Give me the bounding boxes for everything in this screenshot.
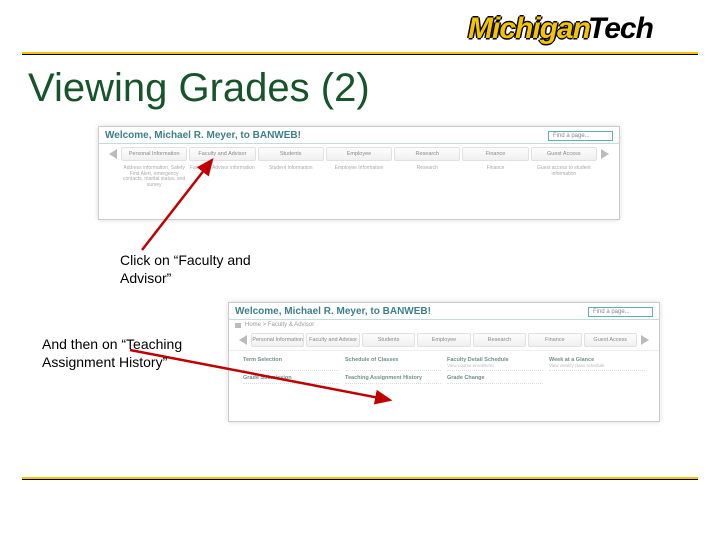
divider-top [22, 52, 698, 55]
link-grade-change[interactable]: Grade Change [447, 373, 543, 384]
find-page-input[interactable]: Find a page... [548, 131, 613, 141]
slide: MichiganTech Viewing Grades (2) Welcome,… [0, 0, 720, 540]
tab-employee[interactable]: Employee [326, 147, 392, 161]
breadcrumb-text: Home > Faculty & Advisor [245, 322, 314, 328]
welcome-text: Welcome, Michael R. Meyer, to BANWEB! [105, 130, 301, 141]
tab-finance[interactable]: Finance [462, 147, 528, 161]
breadcrumb: Home > Faculty & Advisor [229, 320, 659, 330]
tab-guest-access[interactable]: Guest Access [531, 147, 597, 161]
find-page-input[interactable]: Find a page... [588, 307, 653, 317]
link-faculty-detail-schedule[interactable]: Faculty Detail ScheduleView course enrol… [447, 355, 543, 371]
tab-subtext: Guest access to student information [531, 166, 597, 188]
logo: MichiganTech [468, 12, 698, 48]
welcome-bar: Welcome, Michael R. Meyer, to BANWEB! Fi… [229, 303, 659, 320]
link-week-at-glance[interactable]: Week at a GlanceView weekly class schedu… [549, 355, 645, 371]
tab-subtext: Research [394, 166, 460, 188]
tab-research[interactable]: Research [394, 147, 460, 161]
tab-research[interactable]: Research [473, 333, 526, 347]
tab-students[interactable]: Students [258, 147, 324, 161]
tab-employee[interactable]: Employee [417, 333, 470, 347]
scroll-right-icon[interactable] [601, 149, 609, 159]
logo-tech: Tech [588, 12, 653, 46]
callout-arrow-1 [130, 150, 230, 260]
tab-subtext: Finance [462, 166, 528, 188]
logo-michigan: Michigan [468, 12, 590, 46]
page-title: Viewing Grades (2) [28, 66, 370, 111]
annotation-2: And then on “Teaching Assignment History… [42, 336, 222, 371]
tab-guest-access[interactable]: Guest Access [584, 333, 637, 347]
scroll-left-icon[interactable] [109, 149, 117, 159]
home-icon[interactable] [235, 323, 241, 328]
tab-subtext: Employee Information [326, 166, 392, 188]
welcome-text: Welcome, Michael R. Meyer, to BANWEB! [235, 306, 431, 317]
tab-subtext: Student Information [258, 166, 324, 188]
link-empty [549, 373, 645, 384]
scroll-right-icon[interactable] [641, 335, 649, 345]
annotation-1: Click on “Faculty and Advisor” [120, 252, 290, 287]
tab-finance[interactable]: Finance [528, 333, 581, 347]
divider-bottom [22, 477, 698, 480]
welcome-bar: Welcome, Michael R. Meyer, to BANWEB! Fi… [99, 127, 619, 144]
